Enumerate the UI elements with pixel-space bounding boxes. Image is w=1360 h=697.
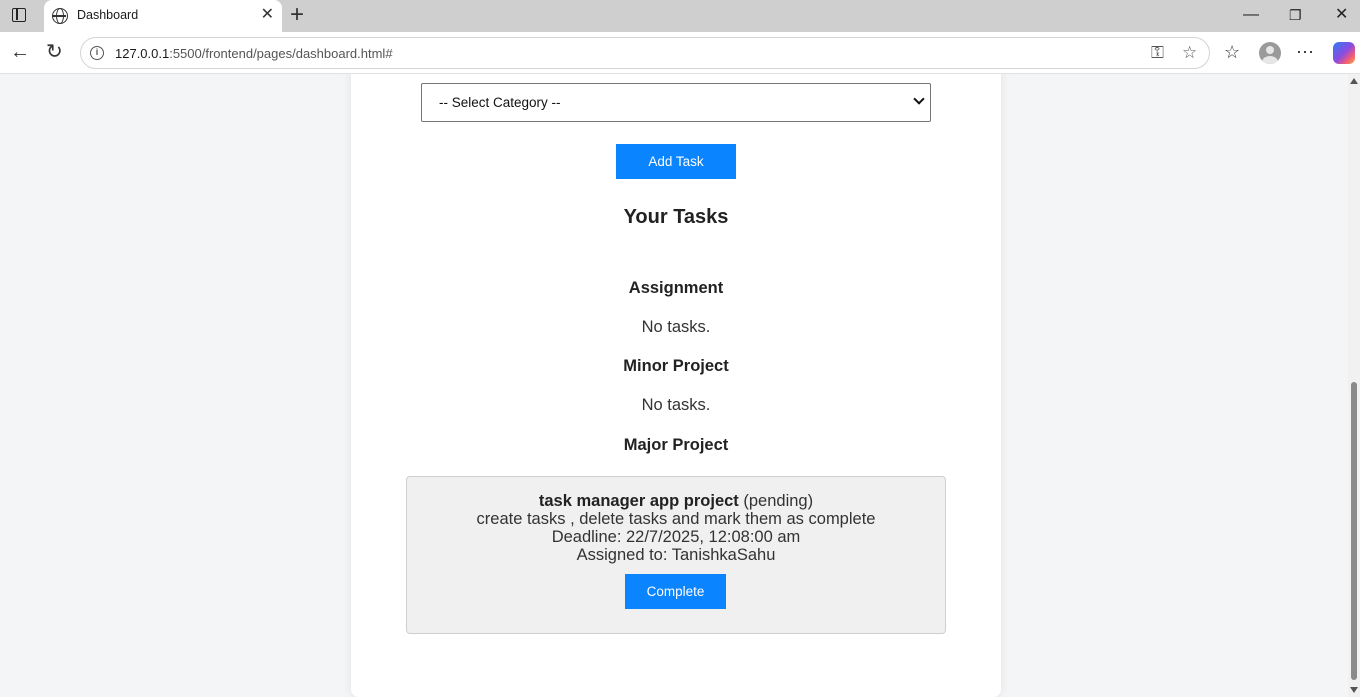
- scrollbar-thumb[interactable]: [1351, 382, 1357, 680]
- url-text: 127.0.0.1:5500/frontend/pages/dashboard.…: [115, 46, 393, 61]
- task-deadline: Deadline: 22/7/2025, 12:08:00 am: [551, 528, 801, 546]
- tasks-heading: Your Tasks: [623, 206, 729, 228]
- tab-title: Dashboard: [77, 8, 139, 22]
- url-path: :5500/frontend/pages/dashboard.html#: [169, 46, 393, 61]
- new-tab-icon[interactable]: +: [290, 3, 304, 27]
- site-info-icon[interactable]: i: [90, 46, 104, 60]
- url-input[interactable]: i 127.0.0.1:5500/frontend/pages/dashboar…: [80, 37, 1210, 69]
- task-description: create tasks , delete tasks and mark the…: [476, 510, 876, 528]
- restore-icon[interactable]: ❐: [1289, 4, 1302, 26]
- category-select-value: -- Select Category --: [439, 95, 561, 110]
- category-heading-minor-project: Minor Project: [623, 357, 729, 375]
- globe-icon: [52, 8, 68, 24]
- more-menu-icon[interactable]: ⋯: [1296, 40, 1314, 64]
- copilot-icon[interactable]: [1333, 42, 1355, 64]
- task-item: task manager app project (pending) creat…: [406, 476, 946, 634]
- close-window-icon[interactable]: ✕: [1335, 4, 1348, 26]
- minimize-icon[interactable]: —: [1243, 4, 1259, 26]
- category-heading-assignment: Assignment: [628, 279, 724, 297]
- page-viewport: -- Select Category -- Add Task Your Task…: [0, 74, 1348, 697]
- reload-icon[interactable]: ↻: [46, 40, 63, 64]
- tab-bar: Dashboard ✕ + — ❐ ✕: [0, 0, 1360, 32]
- chevron-down-icon: [913, 93, 925, 105]
- scroll-down-arrow-icon[interactable]: [1350, 687, 1358, 693]
- address-bar: ← ↻ i 127.0.0.1:5500/frontend/pages/dash…: [0, 32, 1360, 74]
- empty-state-minor-project: No tasks.: [641, 396, 711, 414]
- favorite-star-icon[interactable]: ☆: [1182, 42, 1197, 64]
- task-assignee: Assigned to: TanishkaSahu: [576, 546, 776, 564]
- category-select[interactable]: -- Select Category --: [421, 83, 931, 122]
- empty-state-assignment: No tasks.: [641, 318, 711, 336]
- vertical-scrollbar[interactable]: [1348, 74, 1360, 697]
- task-title-line: task manager app project (pending): [407, 492, 945, 511]
- key-icon[interactable]: ⚿: [1151, 42, 1164, 64]
- tab-dashboard[interactable]: Dashboard ✕: [44, 0, 282, 32]
- task-status: (pending): [743, 492, 814, 510]
- dashboard-card: -- Select Category -- Add Task Your Task…: [351, 74, 1001, 697]
- category-heading-major-project: Major Project: [623, 436, 729, 454]
- task-title: task manager app project: [538, 492, 739, 510]
- back-icon[interactable]: ←: [10, 40, 30, 64]
- tab-actions-icon[interactable]: [8, 6, 30, 26]
- add-task-button[interactable]: Add Task: [616, 144, 736, 179]
- scroll-up-arrow-icon[interactable]: [1350, 78, 1358, 84]
- close-tab-icon[interactable]: ✕: [261, 6, 274, 24]
- complete-task-button[interactable]: Complete: [625, 574, 726, 609]
- url-host: 127.0.0.1: [115, 46, 170, 61]
- profile-avatar[interactable]: [1259, 42, 1281, 64]
- favorites-icon[interactable]: ☆: [1224, 40, 1240, 64]
